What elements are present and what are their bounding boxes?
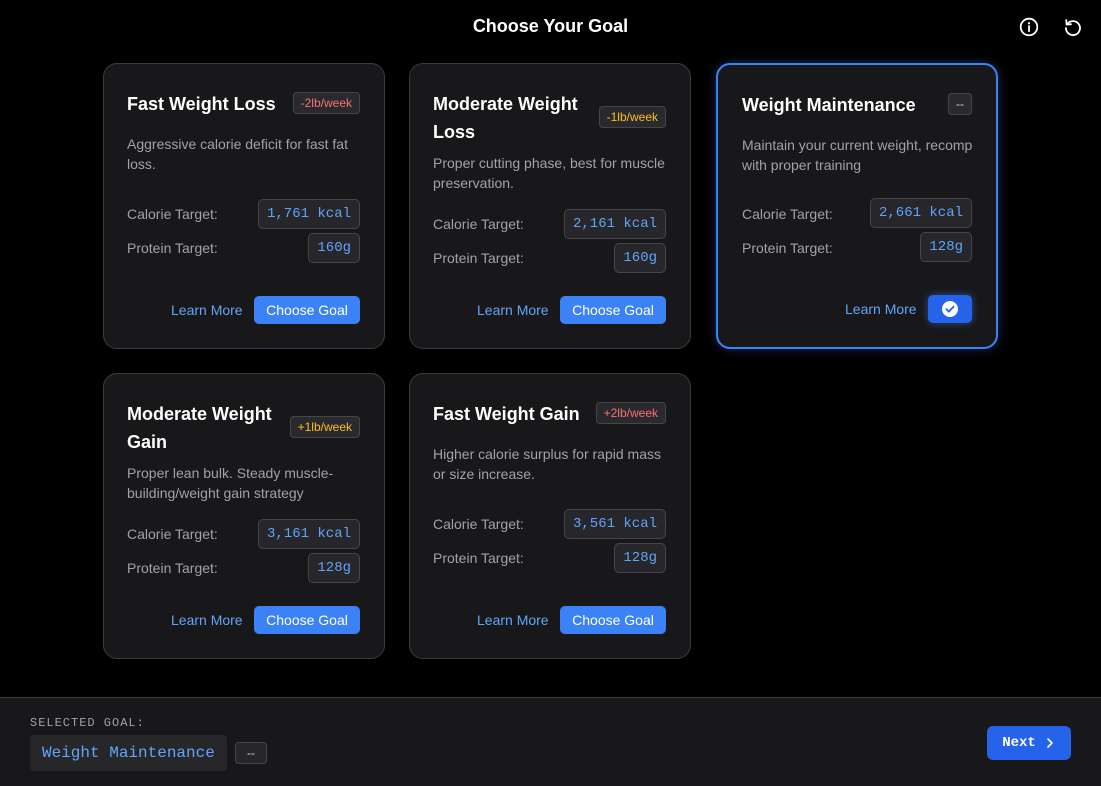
chevron-right-icon bbox=[1044, 737, 1056, 749]
card-title: Moderate Weight Loss bbox=[433, 94, 578, 142]
calorie-value: 3,161 kcal bbox=[257, 519, 360, 549]
protein-value: 128g bbox=[920, 232, 972, 262]
protein-label: Protein Target: bbox=[742, 240, 833, 256]
calorie-label: Calorie Target: bbox=[742, 206, 833, 222]
protein-label: Protein Target: bbox=[127, 560, 218, 576]
selected-goal-value: Weight Maintenance bbox=[30, 735, 227, 771]
selected-goal-label: SELECTED GOAL: bbox=[30, 716, 145, 730]
goal-card-weight-maintenance[interactable]: Weight Maintenance -- Maintain your curr… bbox=[716, 63, 998, 349]
goal-card-fast-weight-loss[interactable]: Fast Weight Loss -2lb/week Aggressive ca… bbox=[103, 63, 385, 349]
card-title: Fast Weight Loss bbox=[127, 94, 276, 114]
card-description: Proper cutting phase, best for muscle pr… bbox=[433, 155, 665, 191]
footer-bar: SELECTED GOAL: Weight Maintenance -- Nex… bbox=[0, 697, 1101, 786]
calorie-value: 3,561 kcal bbox=[563, 509, 666, 539]
rate-badge: -1lb/week bbox=[598, 106, 666, 128]
rate-badge: +2lb/week bbox=[595, 402, 666, 424]
learn-more-link[interactable]: Learn More bbox=[845, 301, 917, 317]
calorie-value: 2,161 kcal bbox=[563, 209, 666, 239]
card-title: Moderate Weight Gain bbox=[127, 404, 272, 452]
learn-more-link[interactable]: Learn More bbox=[477, 302, 549, 318]
next-button[interactable]: Next bbox=[987, 726, 1071, 760]
choose-goal-button[interactable]: Choose Goal bbox=[254, 296, 360, 324]
goal-card-moderate-weight-loss[interactable]: Moderate Weight Loss -1lb/week Proper cu… bbox=[409, 63, 691, 349]
calorie-label: Calorie Target: bbox=[433, 216, 524, 232]
protein-value: 160g bbox=[308, 233, 360, 263]
protein-value: 128g bbox=[614, 543, 666, 573]
card-description: Maintain your current weight, recomp wit… bbox=[742, 137, 973, 173]
choose-goal-button[interactable]: Choose Goal bbox=[254, 606, 360, 634]
protein-value: 160g bbox=[614, 243, 666, 273]
protein-label: Protein Target: bbox=[127, 240, 218, 256]
goal-card-moderate-weight-gain[interactable]: Moderate Weight Gain +1lb/week Proper le… bbox=[103, 373, 385, 659]
rate-badge: -2lb/week bbox=[292, 92, 360, 114]
check-circle-icon bbox=[941, 300, 959, 318]
card-description: Higher calorie surplus for rapid mass or… bbox=[433, 446, 661, 482]
next-button-label: Next bbox=[1002, 735, 1036, 751]
calorie-value: 1,761 kcal bbox=[257, 199, 360, 229]
calorie-label: Calorie Target: bbox=[127, 206, 218, 222]
header: Choose Your Goal bbox=[0, 0, 1101, 54]
calorie-label: Calorie Target: bbox=[127, 526, 218, 542]
calorie-value: 2,661 kcal bbox=[869, 198, 972, 228]
calorie-label: Calorie Target: bbox=[433, 516, 524, 532]
card-description: Proper lean bulk. Steady muscle-building… bbox=[127, 465, 334, 501]
selected-goal-badge: -- bbox=[235, 742, 267, 764]
rate-badge: +1lb/week bbox=[289, 416, 360, 438]
learn-more-link[interactable]: Learn More bbox=[171, 612, 243, 628]
goal-card-fast-weight-gain[interactable]: Fast Weight Gain +2lb/week Higher calori… bbox=[409, 373, 691, 659]
page-title: Choose Your Goal bbox=[472, 16, 629, 36]
info-icon[interactable] bbox=[1019, 17, 1039, 37]
selected-goal-button[interactable] bbox=[928, 295, 972, 323]
rate-badge: -- bbox=[948, 93, 972, 115]
choose-goal-button[interactable]: Choose Goal bbox=[560, 296, 666, 324]
protein-label: Protein Target: bbox=[433, 550, 524, 566]
choose-goal-button[interactable]: Choose Goal bbox=[560, 606, 666, 634]
learn-more-link[interactable]: Learn More bbox=[477, 612, 549, 628]
protein-value: 128g bbox=[308, 553, 360, 583]
learn-more-link[interactable]: Learn More bbox=[171, 302, 243, 318]
card-description: Aggressive calorie deficit for fast fat … bbox=[127, 136, 348, 172]
card-title: Weight Maintenance bbox=[742, 95, 916, 115]
reset-icon[interactable] bbox=[1063, 17, 1083, 37]
protein-label: Protein Target: bbox=[433, 250, 524, 266]
